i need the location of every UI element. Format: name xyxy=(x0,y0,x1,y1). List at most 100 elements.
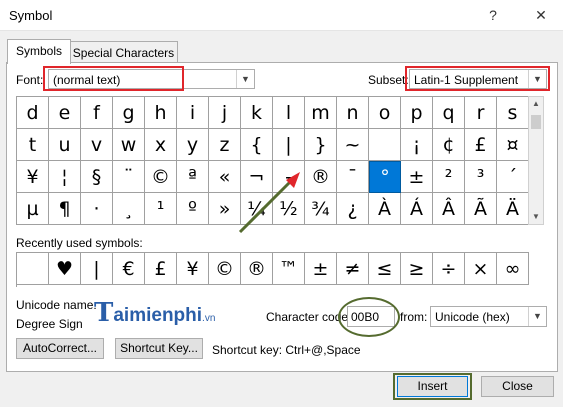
from-value: Unicode (hex) xyxy=(435,310,510,324)
scroll-thumb[interactable] xyxy=(531,115,541,129)
recent-symbol-cell[interactable]: ± xyxy=(305,253,337,285)
symbol-cell[interactable]: r xyxy=(465,97,497,129)
symbol-cell[interactable]: ¢ xyxy=(433,129,465,161)
symbol-cell-selected[interactable]: ° xyxy=(369,161,401,193)
symbol-cell[interactable]: ± xyxy=(401,161,433,193)
symbol-cell[interactable]: § xyxy=(81,161,113,193)
symbol-cell[interactable]: q xyxy=(433,97,465,129)
symbol-cell[interactable]: ¯ xyxy=(337,161,369,193)
symbol-cell[interactable]: p xyxy=(401,97,433,129)
symbol-cell[interactable]: l xyxy=(273,97,305,129)
symbol-cell[interactable]: d xyxy=(17,97,49,129)
symbol-cell[interactable]: n xyxy=(337,97,369,129)
recent-symbol-cell[interactable]: € xyxy=(113,253,145,285)
recent-symbol-cell[interactable]: £ xyxy=(145,253,177,285)
recent-symbol-cell[interactable]: ≥ xyxy=(401,253,433,285)
unicode-name-label: Unicode name: xyxy=(16,298,97,312)
symbol-grid-scrollbar[interactable]: ▲ ▼ xyxy=(528,96,544,225)
symbol-cell[interactable]: Á xyxy=(401,193,433,225)
font-highlight-box xyxy=(43,66,184,91)
recent-symbol-cell[interactable]: ≤ xyxy=(369,253,401,285)
recent-symbol-cell[interactable]: ♥ xyxy=(49,253,81,285)
symbol-cell[interactable]: ¸ xyxy=(113,193,145,225)
symbol-cell[interactable]: ¡ xyxy=(401,129,433,161)
from-dropdown[interactable]: Unicode (hex) ▼ xyxy=(430,306,547,327)
close-button[interactable]: Close xyxy=(481,376,554,397)
symbol-cell[interactable] xyxy=(369,129,401,161)
symbol-cell[interactable]: ´ xyxy=(497,161,529,193)
symbol-cell[interactable]: ® xyxy=(305,161,337,193)
title-bar: Symbol ? ✕ xyxy=(0,0,563,31)
symbol-cell[interactable]: À xyxy=(369,193,401,225)
subset-highlight-box xyxy=(405,66,550,91)
symbol-cell[interactable]: ² xyxy=(433,161,465,193)
symbol-cell[interactable]: ¥ xyxy=(17,161,49,193)
recent-symbol-cell[interactable] xyxy=(17,253,49,285)
close-icon[interactable]: ✕ xyxy=(530,4,552,26)
symbol-cell[interactable]: ¹ xyxy=(145,193,177,225)
symbol-cell[interactable]: Ã xyxy=(465,193,497,225)
recent-symbol-cell[interactable]: ≠ xyxy=(337,253,369,285)
symbol-cell[interactable]: e xyxy=(49,97,81,129)
symbol-cell[interactable]: Ä xyxy=(497,193,529,225)
symbol-cell[interactable]: ~ xyxy=(337,129,369,161)
symbol-cell[interactable]: t xyxy=(17,129,49,161)
scroll-down-icon[interactable]: ▼ xyxy=(529,210,543,224)
shortcut-key-button[interactable]: Shortcut Key... xyxy=(115,338,203,359)
symbol-cell[interactable]: h xyxy=(145,97,177,129)
recent-label: Recently used symbols: xyxy=(16,236,143,250)
recent-symbol-cell[interactable]: ™ xyxy=(273,253,305,285)
symbol-cell[interactable]: j xyxy=(209,97,241,129)
symbol-cell[interactable]: y xyxy=(177,129,209,161)
tab-symbols[interactable]: Symbols xyxy=(7,39,71,64)
symbol-cell[interactable]: o xyxy=(369,97,401,129)
symbol-cell[interactable]: s xyxy=(497,97,529,129)
symbol-cell[interactable]: { xyxy=(241,129,273,161)
symbol-cell[interactable]: ³ xyxy=(465,161,497,193)
symbol-cell[interactable]: v xyxy=(81,129,113,161)
recent-symbol-cell[interactable]: × xyxy=(465,253,497,285)
symbol-cell[interactable]: w xyxy=(113,129,145,161)
symbol-cell[interactable]: ¿ xyxy=(337,193,369,225)
symbol-cell[interactable]: ¦ xyxy=(49,161,81,193)
symbol-cell[interactable]: º xyxy=(177,193,209,225)
font-label: Font: xyxy=(16,73,44,87)
annotation-arrow xyxy=(238,172,300,234)
symbol-cell[interactable]: · xyxy=(81,193,113,225)
symbol-cell[interactable]: } xyxy=(305,129,337,161)
symbol-cell[interactable]: k xyxy=(241,97,273,129)
symbol-cell[interactable]: g xyxy=(113,97,145,129)
chevron-down-icon: ▼ xyxy=(236,70,254,88)
scroll-up-icon[interactable]: ▲ xyxy=(529,97,543,111)
symbol-cell[interactable]: u xyxy=(49,129,81,161)
symbol-cell[interactable]: m xyxy=(305,97,337,129)
unicode-name-value: Degree Sign xyxy=(16,317,83,331)
symbol-cell[interactable]: f xyxy=(81,97,113,129)
symbol-cell[interactable]: ¨ xyxy=(113,161,145,193)
symbol-cell[interactable]: x xyxy=(145,129,177,161)
recent-symbol-cell[interactable]: ¥ xyxy=(177,253,209,285)
watermark-logo: Taimienphi.vn xyxy=(94,298,216,328)
symbol-cell[interactable]: i xyxy=(177,97,209,129)
recent-symbol-cell[interactable]: ∞ xyxy=(497,253,529,285)
recent-symbol-cell[interactable]: © xyxy=(209,253,241,285)
symbol-cell[interactable]: ¤ xyxy=(497,129,529,161)
symbol-cell[interactable]: £ xyxy=(465,129,497,161)
symbol-cell[interactable]: ª xyxy=(177,161,209,193)
symbol-cell[interactable]: µ xyxy=(17,193,49,225)
recent-symbol-cell[interactable]: | xyxy=(81,253,113,285)
symbol-cell[interactable]: ¾ xyxy=(305,193,337,225)
insert-button[interactable]: Insert xyxy=(397,376,468,397)
symbol-cell[interactable]: ¶ xyxy=(49,193,81,225)
recent-symbol-cell[interactable]: ÷ xyxy=(433,253,465,285)
symbol-cell[interactable]: © xyxy=(145,161,177,193)
symbol-cell[interactable]: | xyxy=(273,129,305,161)
recent-symbol-cell[interactable]: ® xyxy=(241,253,273,285)
from-label: from: xyxy=(400,310,428,324)
symbol-cell[interactable]: Â xyxy=(433,193,465,225)
symbol-cell[interactable]: z xyxy=(209,129,241,161)
autocorrect-button[interactable]: AutoCorrect... xyxy=(16,338,104,359)
window-title: Symbol xyxy=(9,8,53,23)
tab-special-characters[interactable]: Special Characters xyxy=(69,41,178,64)
help-icon[interactable]: ? xyxy=(482,4,504,26)
